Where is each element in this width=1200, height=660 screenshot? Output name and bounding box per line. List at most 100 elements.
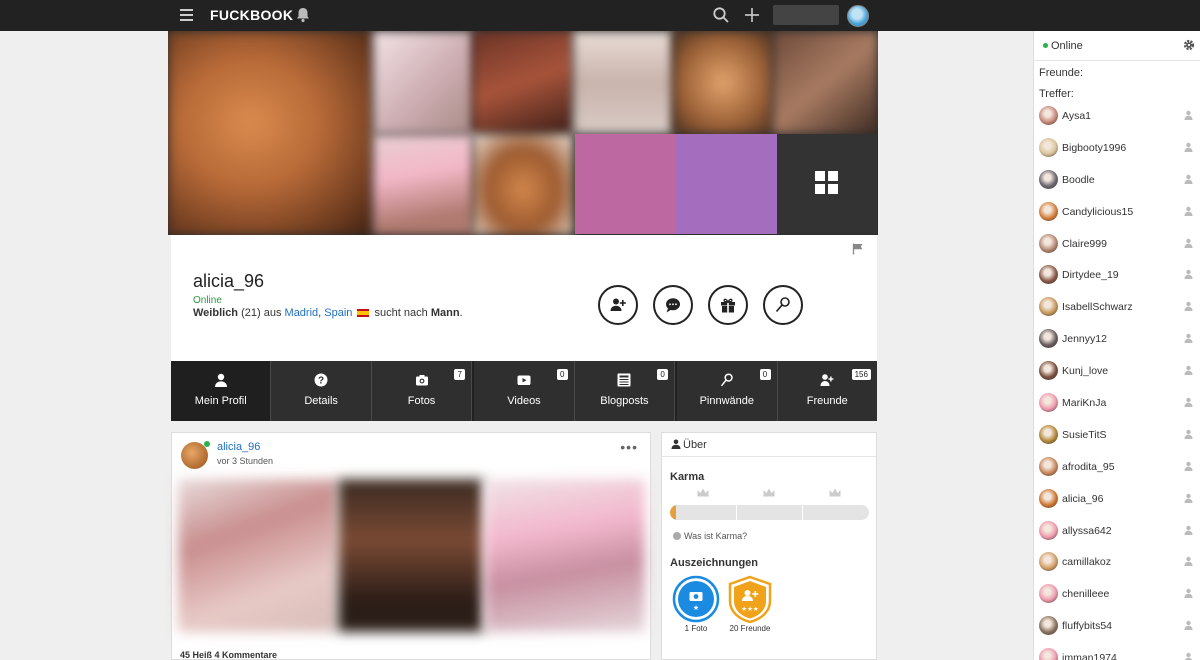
post-stats[interactable]: 45 Heiß 4 Kommentare (180, 650, 277, 660)
info-icon (673, 532, 681, 540)
person-icon[interactable] (1184, 556, 1193, 567)
cover-photo[interactable] (473, 31, 573, 134)
online-user-list: Aysa1 Bigbooty1996 Boodle Candylicious15 Cla… (1034, 102, 1200, 660)
cover-photo[interactable] (373, 31, 473, 134)
tab-mein-profil[interactable]: Mein Profil (171, 361, 272, 421)
tab-freunde[interactable]: Freunde 156 (778, 361, 877, 421)
person-icon[interactable] (1184, 493, 1193, 503)
list-item[interactable]: Candylicious15 (1034, 198, 1200, 230)
person-icon[interactable] (1184, 652, 1193, 660)
avatar[interactable] (1039, 137, 1058, 157)
online-toggle[interactable]: Online (1051, 40, 1083, 52)
avatar[interactable] (1039, 233, 1058, 253)
user-avatar[interactable] (847, 5, 869, 27)
list-item[interactable]: chenilleee (1034, 580, 1200, 612)
list-item[interactable]: alicia_96 (1034, 485, 1200, 517)
cover-photo[interactable] (373, 134, 473, 235)
tab-details[interactable]: ? Details (271, 361, 372, 421)
add-friend-button[interactable] (598, 285, 638, 325)
person-icon[interactable] (1184, 620, 1193, 631)
avatar[interactable] (1039, 361, 1058, 381)
list-item[interactable]: Aysa1 (1034, 102, 1200, 134)
seeking-label: sucht nach (374, 307, 428, 319)
post-photo[interactable] (338, 479, 483, 632)
person-icon[interactable] (1184, 525, 1193, 535)
search-icon[interactable] (712, 6, 730, 24)
send-message-button[interactable] (653, 285, 693, 325)
question-icon: ? (314, 373, 328, 387)
award-badge[interactable]: ★ 1 Foto (666, 575, 726, 633)
person-icon[interactable] (1184, 365, 1193, 376)
award-badge[interactable]: ★★★ 20 Freunde (720, 575, 780, 633)
person-icon[interactable] (1184, 397, 1193, 408)
list-item[interactable]: Boodle (1034, 166, 1200, 198)
site-logo[interactable]: FUCKBOOK (210, 7, 293, 23)
list-item[interactable]: MariKnJa (1034, 389, 1200, 421)
post-photo[interactable] (485, 479, 645, 632)
cover-photo[interactable] (673, 31, 773, 134)
report-flag-icon[interactable] (852, 243, 864, 255)
tab-pinnwaende[interactable]: Pinnwände 0 (675, 361, 778, 421)
country-link[interactable]: Spain (324, 307, 352, 319)
show-all-photos-button[interactable] (777, 134, 877, 234)
avatar[interactable] (1039, 393, 1058, 413)
avatar[interactable] (1039, 488, 1058, 508)
person-icon[interactable] (1184, 174, 1193, 184)
avatar[interactable] (1039, 169, 1058, 189)
avatar[interactable] (1039, 106, 1058, 125)
person-icon[interactable] (1184, 588, 1193, 599)
cover-photo[interactable] (168, 31, 373, 235)
cover-photo[interactable] (773, 31, 878, 134)
person-icon[interactable] (1184, 429, 1193, 439)
list-item[interactable]: afrodita_95 (1034, 453, 1200, 485)
cover-photo[interactable] (473, 134, 573, 235)
list-item[interactable]: Jennyy12 (1034, 325, 1200, 357)
tab-fotos[interactable]: Fotos 7 (372, 361, 473, 421)
avatar[interactable] (1039, 616, 1058, 636)
list-item[interactable]: Kunj_love (1034, 357, 1200, 389)
list-item[interactable]: allyssa642 (1034, 517, 1200, 549)
list-item[interactable]: camillakoz (1034, 548, 1200, 580)
account-menu[interactable] (773, 5, 839, 25)
post-author-link[interactable]: alicia_96 (217, 441, 260, 453)
avatar[interactable] (1039, 201, 1058, 221)
person-icon[interactable] (1184, 142, 1193, 152)
avatar[interactable] (1039, 520, 1058, 540)
person-icon[interactable] (1184, 206, 1193, 216)
send-gift-button[interactable] (708, 285, 748, 325)
karma-help-link[interactable]: Was ist Karma? (673, 531, 747, 541)
gear-icon[interactable] (1183, 39, 1195, 51)
city-link[interactable]: Madrid (285, 307, 319, 319)
person-icon[interactable] (1184, 238, 1193, 248)
person-icon[interactable] (1184, 301, 1193, 312)
post-photo[interactable] (178, 479, 336, 632)
bell-icon[interactable] (296, 7, 310, 23)
person-icon[interactable] (1184, 269, 1193, 280)
list-item[interactable]: Dirtydee_19 (1034, 261, 1200, 293)
avatar[interactable] (1039, 584, 1058, 604)
avatar[interactable] (1039, 265, 1058, 285)
tab-videos[interactable]: Videos 0 (472, 361, 575, 421)
avatar[interactable] (1039, 648, 1058, 660)
list-item[interactable]: SusieTitS (1034, 421, 1200, 453)
avatar[interactable] (1039, 297, 1058, 317)
user-icon (214, 373, 227, 387)
tab-blogposts[interactable]: Blogposts 0 (575, 361, 676, 421)
list-item[interactable]: fluffybits54 (1034, 612, 1200, 644)
list-item[interactable]: imman1974 (1034, 644, 1200, 660)
avatar[interactable] (1039, 456, 1058, 476)
avatar[interactable] (1039, 424, 1058, 444)
list-item[interactable]: IsabellSchwarz (1034, 293, 1200, 325)
person-icon[interactable] (1184, 110, 1193, 120)
list-item[interactable]: Claire999 (1034, 230, 1200, 262)
list-item[interactable]: Bigbooty1996 (1034, 134, 1200, 166)
person-icon[interactable] (1184, 333, 1193, 344)
pin-button[interactable] (763, 285, 803, 325)
plus-icon[interactable] (743, 6, 761, 24)
person-icon[interactable] (1184, 461, 1193, 471)
post-more-menu-icon[interactable]: ••• (620, 439, 638, 455)
avatar[interactable] (1039, 552, 1058, 572)
avatar[interactable] (1039, 329, 1058, 349)
hamburger-icon[interactable] (180, 9, 193, 21)
cover-photo[interactable] (573, 31, 673, 134)
